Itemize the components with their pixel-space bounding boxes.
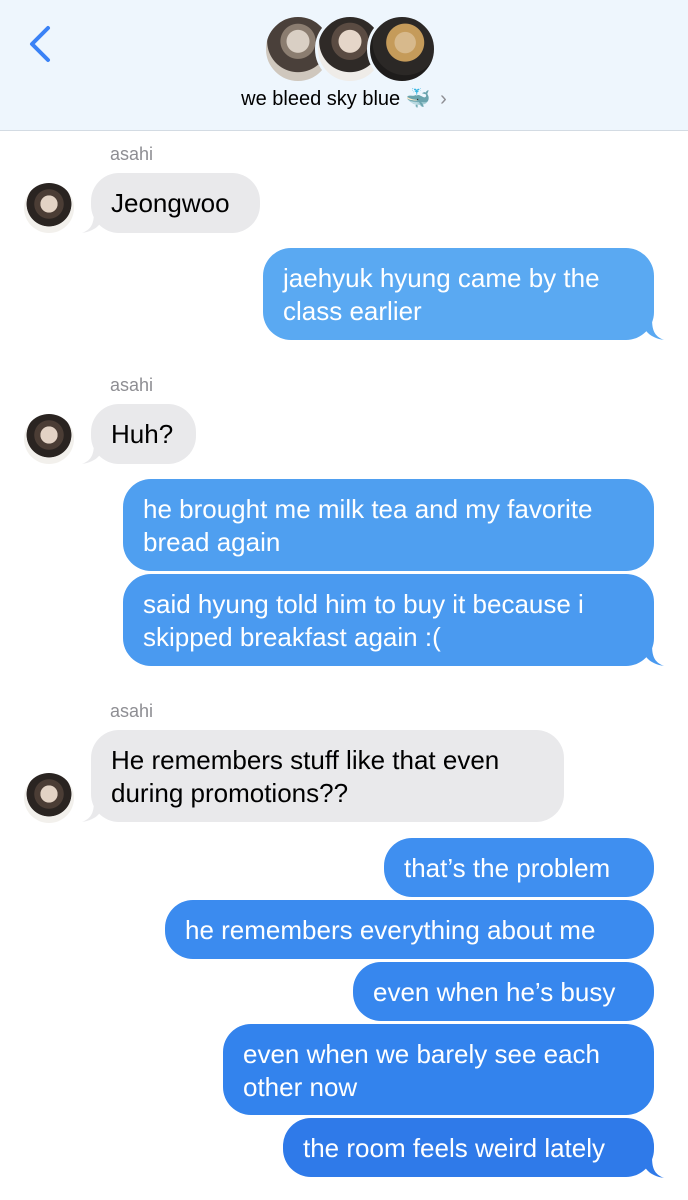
message-bubble-incoming[interactable]: Huh? <box>91 404 196 464</box>
message-bubble-outgoing[interactable]: said hyung told him to buy it because i … <box>123 574 654 666</box>
sender-avatar[interactable] <box>24 414 74 464</box>
message-bubble-outgoing[interactable]: that’s the problem <box>384 838 654 897</box>
sender-name: asahi <box>110 701 154 721</box>
message-text: class earlier <box>283 296 422 326</box>
message-bubble-outgoing[interactable]: he remembers everything about me <box>165 900 654 959</box>
message-text: even when he’s busy <box>373 977 616 1007</box>
sender-avatar[interactable] <box>24 183 74 233</box>
conversation-header: we bleed sky blue 🐳 › <box>0 0 688 131</box>
back-button[interactable] <box>22 24 62 64</box>
message-text: that’s the problem <box>404 853 611 883</box>
chevron-right-icon: › <box>440 88 447 110</box>
group-name: we bleed sky blue <box>241 88 401 110</box>
group-avatars[interactable] <box>263 14 437 84</box>
message-text: said hyung told him to buy it because i <box>143 589 584 619</box>
sender-name: asahi <box>110 375 154 395</box>
message-text: skipped breakfast again :( <box>143 622 441 652</box>
sender-avatar[interactable] <box>24 773 74 823</box>
message-bubble-outgoing[interactable]: even when he’s busy <box>353 962 654 1021</box>
message-text: bread again <box>143 527 281 557</box>
message-text: he brought me milk tea and my favorite <box>143 494 593 524</box>
group-title[interactable]: we bleed sky blue 🐳 › <box>0 86 688 111</box>
chevron-left-icon <box>30 26 50 62</box>
message-text: He remembers stuff like that even <box>111 745 500 775</box>
message-bubble-outgoing[interactable]: the room feels weird lately <box>283 1118 654 1177</box>
whale-emoji-icon: 🐳 <box>405 88 431 110</box>
message-text: jaehyuk hyung came by the <box>283 263 600 293</box>
message-text: other now <box>243 1072 358 1102</box>
message-text: during promotions?? <box>111 778 349 808</box>
group-member-avatar <box>367 14 437 84</box>
message-bubble-outgoing[interactable]: even when we barely see each other now <box>223 1024 654 1115</box>
sender-name: asahi <box>110 144 154 164</box>
message-bubble-incoming[interactable]: He remembers stuff like that even during… <box>91 730 564 822</box>
message-text: Jeongwoo <box>111 188 230 218</box>
message-text: even when we barely see each <box>243 1039 601 1069</box>
message-text: Huh? <box>111 419 174 449</box>
message-bubble-outgoing[interactable]: jaehyuk hyung came by the class earlier <box>263 248 654 340</box>
message-text: he remembers everything about me <box>185 915 596 945</box>
message-bubble-outgoing[interactable]: he brought me milk tea and my favorite b… <box>123 479 654 571</box>
message-bubble-incoming[interactable]: Jeongwoo <box>91 173 260 233</box>
message-text: the room feels weird lately <box>303 1133 606 1163</box>
